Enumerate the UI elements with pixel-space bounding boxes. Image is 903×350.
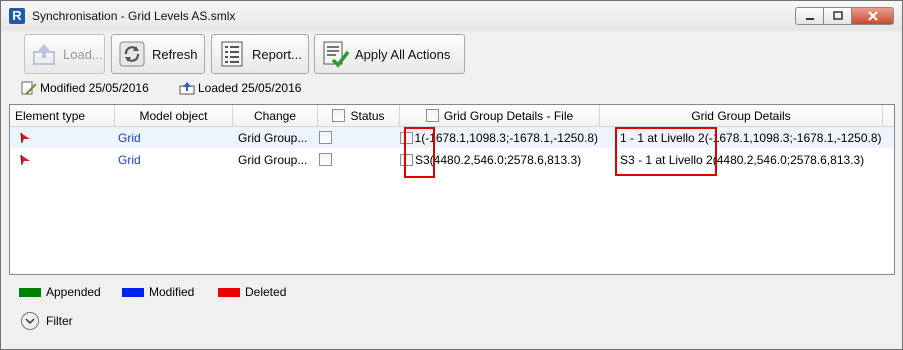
- loaded-info: Loaded 25/05/2016: [179, 81, 301, 95]
- window-title: Synchronisation - Grid Levels AS.smlx: [32, 9, 236, 23]
- modified-label: Modified: [149, 285, 195, 299]
- minimize-icon: [805, 18, 814, 20]
- maximize-button[interactable]: [823, 7, 851, 25]
- synchronisation-grid[interactable]: Element type Model object Change Status …: [9, 104, 895, 275]
- loaded-date: Loaded 25/05/2016: [198, 81, 302, 95]
- deleted-label: Deleted: [245, 285, 287, 299]
- column-header-change[interactable]: Change: [233, 105, 318, 127]
- apply-all-actions-label: Apply All Actions: [355, 46, 451, 62]
- file-details-select-all-checkbox[interactable]: [425, 109, 439, 122]
- table-row[interactable]: Grid Grid Group... S3(4480.2,546.0;2578.…: [10, 149, 894, 170]
- legend-deleted: Deleted: [218, 285, 286, 299]
- modified-date: Modified 25/05/2016: [40, 81, 149, 95]
- red-flag-icon: [19, 149, 39, 170]
- synchronisation-window: R Synchronisation - Grid Levels AS.smlx …: [0, 0, 903, 350]
- load-label: Load...: [63, 46, 103, 62]
- refresh-label: Refresh: [152, 46, 198, 62]
- annotation-highlight-file: [404, 127, 435, 178]
- column-header-status[interactable]: Status: [318, 105, 400, 127]
- appended-label: Appended: [46, 285, 101, 299]
- column-header-model-object[interactable]: Model object: [115, 105, 233, 127]
- column-header-grid-group-details[interactable]: Grid Group Details: [600, 105, 883, 127]
- modified-info: Modified 25/05/2016: [21, 81, 149, 95]
- refresh-button[interactable]: Refresh: [111, 34, 205, 74]
- report-button[interactable]: Report...: [211, 34, 309, 74]
- modified-swatch: [122, 287, 144, 297]
- legend-appended: Appended: [19, 285, 101, 299]
- load-document-icon: [179, 82, 195, 95]
- column-header-element-type[interactable]: Element type: [10, 105, 115, 127]
- legend-modified: Modified: [122, 285, 194, 299]
- load-icon: [30, 39, 58, 69]
- change-cell: Grid Group...: [238, 152, 308, 167]
- annotation-highlight-details: [615, 127, 717, 176]
- chevron-down-icon: [21, 312, 39, 330]
- revit-app-icon: R: [9, 8, 25, 24]
- report-label: Report...: [252, 46, 302, 62]
- filter-toggle[interactable]: Filter: [21, 312, 73, 330]
- refresh-icon: [117, 39, 147, 69]
- deleted-swatch: [218, 287, 240, 297]
- status-select-all-checkbox[interactable]: [332, 109, 346, 122]
- maximize-icon: [832, 11, 843, 20]
- change-cell: Grid Group...: [238, 130, 308, 145]
- edit-document-icon: [21, 81, 37, 95]
- red-flag-icon: [19, 127, 39, 148]
- load-button[interactable]: Load...: [24, 34, 105, 74]
- column-header-filler: [883, 105, 894, 127]
- table-row[interactable]: Grid Grid Group... 1(-1678.1,1098.3;-167…: [10, 127, 894, 148]
- close-icon: [867, 11, 878, 21]
- filter-label: Filter: [46, 314, 73, 328]
- report-icon: [217, 39, 247, 69]
- close-button[interactable]: [851, 7, 894, 25]
- window-controls: [795, 7, 894, 25]
- status-checkbox[interactable]: [319, 149, 339, 170]
- model-object-link[interactable]: Grid: [118, 149, 228, 170]
- apply-all-actions-button[interactable]: Apply All Actions: [314, 34, 465, 74]
- title-bar[interactable]: R Synchronisation - Grid Levels AS.smlx: [1, 1, 902, 31]
- column-header-grid-group-details-file[interactable]: Grid Group Details - File: [400, 105, 600, 127]
- minimize-button[interactable]: [795, 7, 823, 25]
- appended-swatch: [19, 287, 41, 297]
- apply-check-icon: [320, 39, 350, 69]
- status-checkbox[interactable]: [319, 127, 339, 148]
- model-object-link[interactable]: Grid: [118, 127, 228, 148]
